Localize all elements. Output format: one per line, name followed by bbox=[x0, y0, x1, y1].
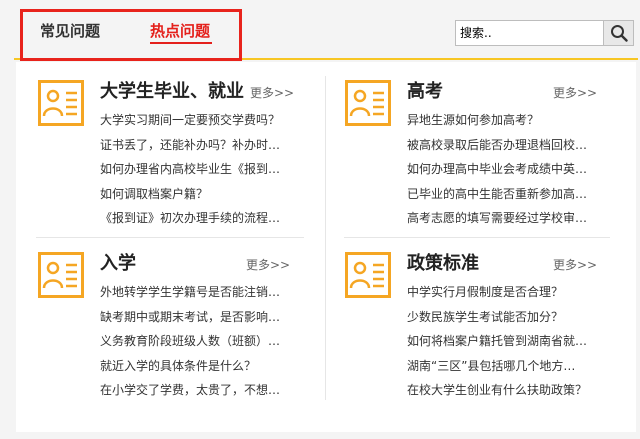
person-card-icon bbox=[38, 80, 84, 126]
more-link[interactable]: 更多>> bbox=[553, 86, 597, 100]
category-title: 大学生毕业、就业 bbox=[100, 81, 244, 102]
question-link[interactable]: 在校大学生创业有什么扶助政策？ bbox=[407, 378, 617, 403]
question-link[interactable]: 高考志愿的填写需要经过学校审… bbox=[407, 206, 617, 231]
row-divider-left bbox=[36, 237, 304, 238]
more-link[interactable]: 更多>> bbox=[553, 258, 597, 272]
question-link[interactable]: 如何将档案户籍托管到湖南省就… bbox=[407, 329, 617, 354]
question-link[interactable]: 湖南“三区”县包括哪几个地方… bbox=[407, 354, 617, 379]
search-input[interactable] bbox=[456, 21, 603, 45]
question-link[interactable]: 外地转学学生学籍号是否能注销… bbox=[100, 280, 310, 305]
question-link[interactable]: 证书丢了，还能补办吗？补办时… bbox=[100, 133, 310, 158]
question-link[interactable]: 《报到证》初次办理手续的流程… bbox=[100, 206, 310, 231]
more-link[interactable]: 更多>> bbox=[250, 86, 294, 100]
question-link[interactable]: 义务教育阶段班级人数（班额）… bbox=[100, 329, 310, 354]
question-link[interactable]: 如何调取档案户籍？ bbox=[100, 182, 310, 207]
question-list: 中学实行月假制度是否合理？ 少数民族学生考试能否加分？ 如何将档案户籍托管到湖南… bbox=[407, 280, 617, 403]
question-list: 外地转学学生学籍号是否能注销… 缺考期中或期末考试，是否影响… 义务教育阶段班级… bbox=[100, 280, 310, 403]
search-button[interactable] bbox=[604, 20, 634, 46]
question-link[interactable]: 少数民族学生考试能否加分？ bbox=[407, 305, 617, 330]
question-list: 异地生源如何参加高考？ 被高校录取后能否办理退档回校… 如何办理高中毕业会考成绩… bbox=[407, 108, 617, 231]
category-title: 入学 bbox=[100, 253, 136, 274]
person-card-icon bbox=[345, 80, 391, 126]
category-title: 高考 bbox=[407, 81, 443, 102]
question-link[interactable]: 就近入学的具体条件是什么？ bbox=[100, 354, 310, 379]
question-link[interactable]: 已毕业的高中生能否重新参加高… bbox=[407, 182, 617, 207]
active-tab-indicator bbox=[150, 42, 212, 44]
person-card-icon bbox=[38, 252, 84, 298]
question-link[interactable]: 在小学交了学费，太贵了，不想… bbox=[100, 378, 310, 403]
question-list: 大学实习期间一定要预交学费吗？ 证书丢了，还能补办吗？补办时… 如何办理省内高校… bbox=[100, 108, 310, 231]
tab-common-questions[interactable]: 常见问题 bbox=[40, 20, 100, 41]
question-link[interactable]: 大学实习期间一定要预交学费吗？ bbox=[100, 108, 310, 133]
column-divider bbox=[325, 76, 326, 400]
search-icon bbox=[610, 25, 628, 42]
question-link[interactable]: 缺考期中或期末考试，是否影响… bbox=[100, 305, 310, 330]
search-box bbox=[455, 20, 604, 46]
question-link[interactable]: 如何办理省内高校毕业生《报到… bbox=[100, 157, 310, 182]
row-divider-right bbox=[344, 237, 610, 238]
question-link[interactable]: 如何办理高中毕业会考成绩中英… bbox=[407, 157, 617, 182]
more-link[interactable]: 更多>> bbox=[246, 258, 290, 272]
question-link[interactable]: 异地生源如何参加高考？ bbox=[407, 108, 617, 133]
person-card-icon bbox=[345, 252, 391, 298]
question-link[interactable]: 中学实行月假制度是否合理？ bbox=[407, 280, 617, 305]
category-title: 政策标准 bbox=[407, 253, 479, 274]
question-link[interactable]: 被高校录取后能否办理退档回校… bbox=[407, 133, 617, 158]
tab-hot-questions[interactable]: 热点问题 bbox=[150, 20, 210, 41]
